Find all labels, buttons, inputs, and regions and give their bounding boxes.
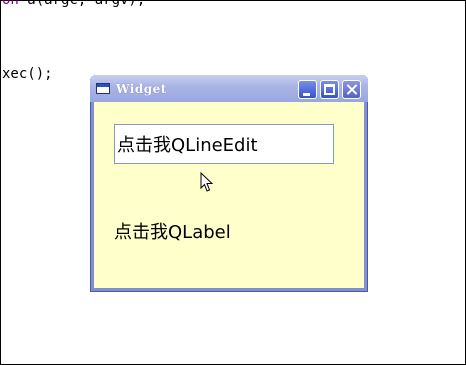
widget-client-area: 点击我QLabel <box>94 102 364 288</box>
label: 点击我QLabel <box>114 222 231 243</box>
maximize-icon <box>324 84 335 95</box>
close-button[interactable] <box>342 80 361 99</box>
maximize-button[interactable] <box>320 80 339 99</box>
line-edit[interactable] <box>114 124 334 164</box>
window-icon[interactable] <box>96 83 110 94</box>
window-title: Widget <box>116 82 167 96</box>
title-bar[interactable]: Widget <box>90 75 368 102</box>
code-line-1: on a(argc, argv); <box>2 0 145 8</box>
code-text: a(argc, argv); <box>18 0 146 8</box>
widget-window[interactable]: Widget 点击我QLabel <box>90 75 368 292</box>
code-keyword: on <box>2 0 19 8</box>
minimize-button[interactable] <box>298 80 317 99</box>
minimize-icon <box>303 93 310 96</box>
code-line-2: xec(); <box>2 66 53 82</box>
mouse-cursor-icon <box>200 172 214 192</box>
